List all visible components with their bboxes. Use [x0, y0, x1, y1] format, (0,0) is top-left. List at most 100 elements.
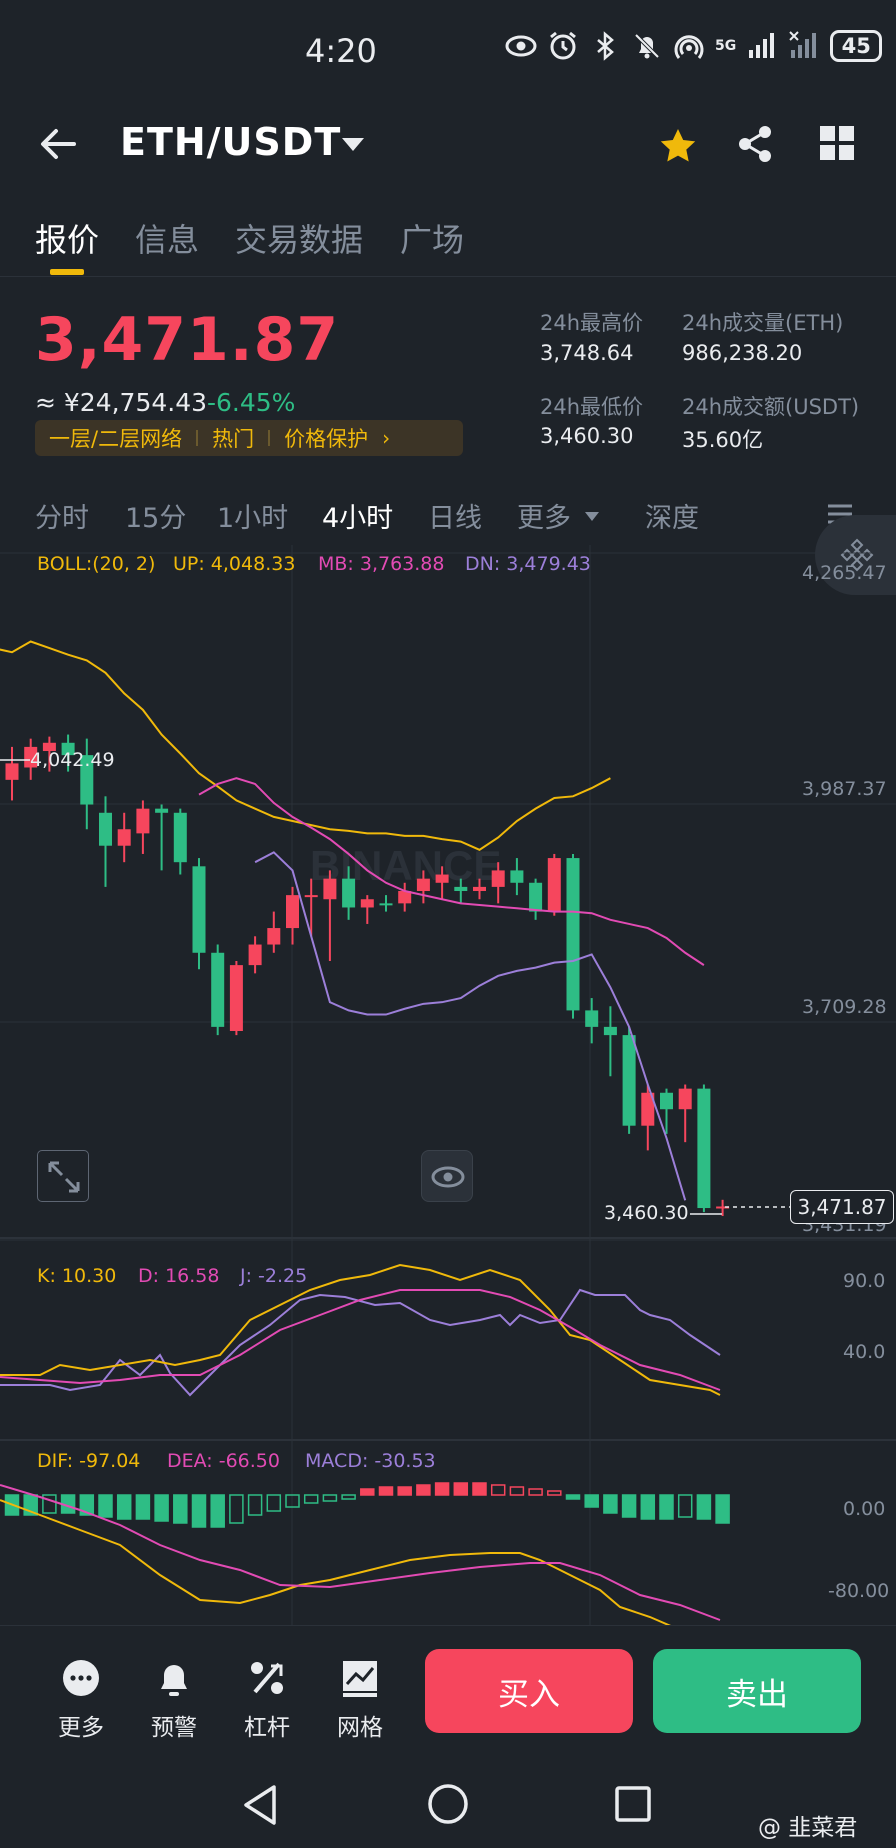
- bottom-action-bar: 更多 预警 杠杆 网格 买入 卖出: [0, 1625, 896, 1755]
- alert-button[interactable]: 预警: [134, 1656, 214, 1742]
- home-circle-icon[interactable]: [427, 1783, 469, 1825]
- candle-body: [136, 808, 150, 834]
- macd-bar: [360, 1488, 375, 1496]
- candle-body: [454, 886, 468, 892]
- period-tab-time[interactable]: 分时: [35, 496, 89, 535]
- signal-icon: [749, 33, 775, 58]
- kdj-j-line: [0, 1288, 721, 1397]
- tag-price-protect[interactable]: 价格保护: [270, 423, 382, 453]
- tab-info[interactable]: 信息: [135, 215, 199, 261]
- active-tab-indicator: [50, 269, 84, 275]
- low-value: 3,460.30: [540, 424, 634, 448]
- last-price: 3,471.87: [35, 305, 340, 375]
- status-bar: 4:20 5G 45: [0, 0, 896, 100]
- expand-icon[interactable]: [37, 1150, 89, 1202]
- candle-body: [248, 944, 262, 966]
- tag-l1l2[interactable]: 一层/二层网络: [35, 423, 196, 453]
- period-tab-1h[interactable]: 1小时: [217, 496, 288, 535]
- chevron-down-icon[interactable]: [342, 138, 364, 151]
- tab-quote[interactable]: 报价: [35, 215, 99, 261]
- eye-toggle-icon[interactable]: [421, 1150, 473, 1202]
- macd-axis-80: -80.00: [828, 1580, 890, 1602]
- macd-axis-0: 0.00: [843, 1498, 886, 1520]
- boll-dn: DN: 3,479.43: [465, 553, 591, 575]
- macd-dif: DIF: -97.04: [37, 1450, 141, 1472]
- period-tab-4h[interactable]: 4小时: [322, 496, 393, 535]
- candle-body: [435, 874, 449, 883]
- candle-body: [379, 903, 393, 906]
- candle-body: [99, 812, 112, 846]
- period-tab-15m[interactable]: 15分: [125, 496, 186, 535]
- star-icon[interactable]: [658, 126, 698, 166]
- tab-square[interactable]: 广场: [400, 215, 464, 261]
- chevron-right-icon[interactable]: ›: [382, 426, 390, 450]
- candles: [5, 734, 730, 1217]
- boll-label: BOLL:(20, 2): [37, 553, 156, 575]
- tab-trading-data[interactable]: 交易数据: [235, 215, 363, 261]
- recent-square-icon[interactable]: [614, 1785, 652, 1823]
- chevron-down-icon[interactable]: [585, 512, 599, 521]
- macd-bar: [659, 1494, 674, 1520]
- signal-icon-2: [789, 31, 817, 58]
- watermark-text: @ 韭菜君: [758, 1815, 858, 1841]
- kdj-axis-90: 90.0: [843, 1270, 886, 1292]
- grid-trade-button[interactable]: 网格: [320, 1656, 400, 1742]
- period-tab-depth[interactable]: 深度: [645, 496, 699, 535]
- period-tab-more[interactable]: 更多: [517, 496, 571, 535]
- macd-bar: [472, 1482, 487, 1496]
- boll-up-line: [0, 640, 611, 851]
- candle-body: [622, 1035, 636, 1126]
- period-tab-1d[interactable]: 日线: [428, 496, 482, 535]
- main-tabs: 报价 信息 交易数据 广场: [0, 205, 896, 277]
- leverage-button[interactable]: 杠杆: [227, 1656, 307, 1742]
- candle-body: [211, 952, 225, 1027]
- header: ETH/USDT: [0, 110, 896, 180]
- macd-bar: [715, 1494, 730, 1524]
- battery-icon: 45: [830, 30, 883, 62]
- more-button[interactable]: 更多: [41, 1656, 121, 1742]
- buy-button[interactable]: 买入: [425, 1649, 633, 1733]
- macd-bar: [378, 1486, 394, 1496]
- last-price-box: 3,471.87: [790, 1190, 894, 1224]
- expand-arrows-icon: [48, 1161, 80, 1193]
- percent-icon: [251, 1662, 283, 1694]
- pair-title[interactable]: ETH/USDT: [120, 120, 341, 164]
- macd-bar: [98, 1494, 113, 1518]
- kdj-j: J: -2.25: [240, 1265, 308, 1287]
- back-triangle-icon[interactable]: [240, 1783, 280, 1827]
- macd-bar: [677, 1494, 693, 1518]
- binance-watermark: BINANCE: [310, 842, 501, 889]
- candle-body: [5, 763, 19, 780]
- period-tabs: 分时 15分 1小时 4小时 日线 更多 深度: [0, 490, 896, 550]
- network-type: 5G: [715, 38, 737, 54]
- candle-body: [491, 870, 505, 887]
- macd-bar: [303, 1494, 319, 1504]
- price-cny: ≈ ¥24,754.43: [35, 388, 208, 417]
- macd-bar: [696, 1494, 712, 1520]
- kdj-axis-40: 40.0: [843, 1341, 886, 1363]
- macd-bar: [528, 1488, 543, 1496]
- macd-bar: [547, 1490, 562, 1496]
- share-icon[interactable]: [735, 124, 775, 164]
- candle-body: [473, 886, 486, 892]
- bluetooth-icon: [597, 31, 614, 61]
- vol-usdt-label: 24h成交额(USDT): [682, 395, 860, 419]
- status-icons: 5G 45: [505, 30, 883, 62]
- vol-eth-value: 986,238.20: [682, 341, 803, 365]
- candle-body: [603, 1026, 617, 1036]
- grid-icon[interactable]: [818, 124, 856, 162]
- tag-row[interactable]: 一层/二层网络 热门 价格保护 ›: [35, 420, 463, 456]
- vol-usdt-value: 35.60亿: [682, 428, 764, 452]
- sell-button[interactable]: 卖出: [653, 1649, 861, 1733]
- candle-body: [229, 965, 243, 1031]
- candle-body: [155, 808, 169, 813]
- macd-bar: [565, 1494, 581, 1500]
- grid-trade-label: 网格: [337, 1715, 383, 1741]
- candle-body: [529, 882, 543, 912]
- macd-bar: [490, 1484, 506, 1496]
- tag-hot[interactable]: 热门: [198, 423, 268, 453]
- macd-bar: [509, 1486, 525, 1496]
- macd-bar: [116, 1494, 132, 1520]
- back-arrow-icon[interactable]: [38, 124, 78, 164]
- macd-bar: [621, 1494, 637, 1518]
